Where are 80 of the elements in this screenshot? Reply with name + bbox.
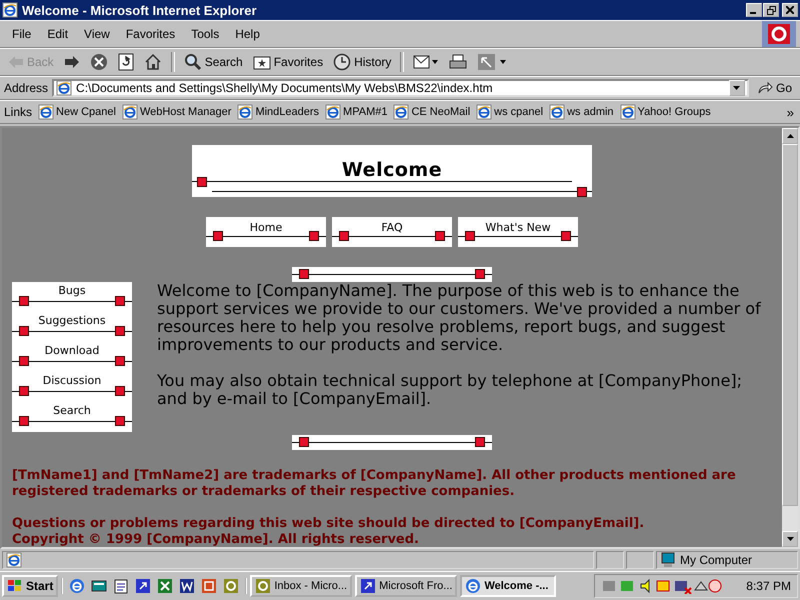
- favorite-link[interactable]: CE NeoMail: [391, 104, 472, 120]
- dropdown-button[interactable]: [728, 80, 745, 96]
- go-button[interactable]: Go: [752, 81, 796, 95]
- forward-arrow-icon: [64, 55, 80, 69]
- printer-icon: [449, 54, 468, 70]
- windows-flag-icon: [7, 579, 23, 593]
- square-bullet-icon: [577, 187, 587, 197]
- status-pane: [626, 551, 654, 569]
- page-icon: [476, 104, 492, 120]
- mail-icon: [413, 54, 440, 70]
- taskbar-button[interactable]: Microsoft Fro...: [355, 575, 458, 597]
- up-arrow-icon: [786, 134, 794, 138]
- favorite-link[interactable]: MPAM#1: [323, 104, 390, 120]
- menu-item[interactable]: Tools: [183, 25, 228, 43]
- nav-button[interactable]: FAQ: [332, 217, 452, 247]
- sidebar-link[interactable]: Download: [12, 342, 132, 372]
- body-paragraph: You may also obtain technical support by telephone at [CompanyPhone]; and by e-mail to [CompanyEmail].: [157, 372, 744, 408]
- footer-text: [TmName1] and [TmName2] are trademarks of [CompanyName]. All other products mentioned are registered trademarks or trademarks of their respective companies.: [12, 468, 737, 500]
- address-label: Address: [4, 81, 48, 95]
- page-icon: [38, 104, 54, 120]
- star-folder-icon: [252, 54, 271, 70]
- menu-item[interactable]: Favorites: [118, 25, 184, 43]
- refresh-icon: [118, 53, 134, 71]
- start-button[interactable]: Start: [2, 575, 58, 597]
- nav-button[interactable]: Home: [206, 217, 326, 247]
- more-links-button[interactable]: »: [784, 104, 796, 120]
- restore-icon: [766, 6, 776, 14]
- restore-button[interactable]: [763, 3, 779, 17]
- search-icon: [184, 53, 202, 71]
- desktop-icon: [91, 578, 108, 594]
- page-icon: [325, 104, 342, 120]
- favorite-link[interactable]: ws cpanel: [474, 104, 546, 120]
- down-arrow-icon: [786, 537, 794, 541]
- page-icon: [393, 104, 410, 120]
- toolbar-button[interactable]: History: [329, 51, 396, 73]
- sidebar-link[interactable]: Bugs: [12, 282, 132, 312]
- clock: 8:37 PM: [746, 579, 791, 593]
- links-label: Links: [4, 105, 34, 119]
- favorite-link[interactable]: WebHost Manager: [120, 104, 234, 120]
- sidebar-link[interactable]: Suggestions: [12, 312, 132, 342]
- taskbar-button[interactable]: Welcome -...: [460, 575, 556, 597]
- favorite-link[interactable]: New Cpanel: [36, 104, 118, 120]
- status-pane: [596, 551, 624, 569]
- page-icon: [549, 104, 566, 120]
- page-icon: [56, 80, 72, 96]
- page-icon: [6, 552, 22, 568]
- back-arrow-icon: [8, 55, 24, 69]
- menu-item[interactable]: File: [4, 25, 40, 43]
- page-icon: [620, 104, 636, 120]
- footer-text: Questions or problems regarding this web site should be directed to [CompanyEmail]. Copyright © 1999 [CompanyName]. All rights reserved.: [12, 516, 646, 547]
- taskbar-button[interactable]: Inbox - Micro...: [250, 575, 352, 597]
- sidebar-link[interactable]: Search: [12, 402, 132, 432]
- clock-icon: [333, 53, 352, 71]
- body-paragraph: Welcome to [CompanyName]. The purpose of this web is to enhance the support services we provide to our customers. We've provided a number of resources here to help you resolve problems, report bugs, and suggest improvements to our products and service.: [157, 282, 762, 354]
- computer-icon: [660, 552, 676, 568]
- toolbar-button[interactable]: Search: [180, 51, 247, 73]
- caret-icon: [733, 86, 740, 90]
- nav-button[interactable]: What's New: [458, 217, 578, 247]
- close-button[interactable]: [782, 3, 798, 17]
- banner-title: Welcome: [342, 159, 442, 181]
- page-icon: [237, 104, 254, 120]
- close-icon: [786, 6, 794, 14]
- address-field[interactable]: C:\Documents and Settings\Shelly\My Documents\My Webs\BMS22\index.htm: [52, 79, 749, 97]
- sidebar-link[interactable]: Discussion: [12, 372, 132, 402]
- favorite-link[interactable]: MindLeaders: [235, 104, 322, 120]
- arrow-icon: [756, 81, 773, 95]
- notepad-icon: [113, 578, 130, 594]
- minimize-button[interactable]: [746, 3, 762, 17]
- stop-icon: [90, 53, 108, 71]
- favorite-link[interactable]: ws admin: [547, 104, 616, 120]
- favorite-link[interactable]: Yahoo! Groups: [618, 104, 713, 120]
- menu-item[interactable]: Help: [227, 25, 268, 43]
- home-icon: [144, 53, 162, 71]
- menu-item[interactable]: View: [76, 25, 118, 43]
- page-icon: [122, 104, 138, 120]
- window-title: Welcome - Microsoft Internet Explorer: [22, 2, 258, 18]
- square-bullet-icon: [197, 177, 207, 187]
- toolbar-button[interactable]: Favorites: [248, 52, 328, 72]
- zone-label: My Computer: [680, 553, 752, 567]
- menu-item[interactable]: Edit: [39, 25, 76, 43]
